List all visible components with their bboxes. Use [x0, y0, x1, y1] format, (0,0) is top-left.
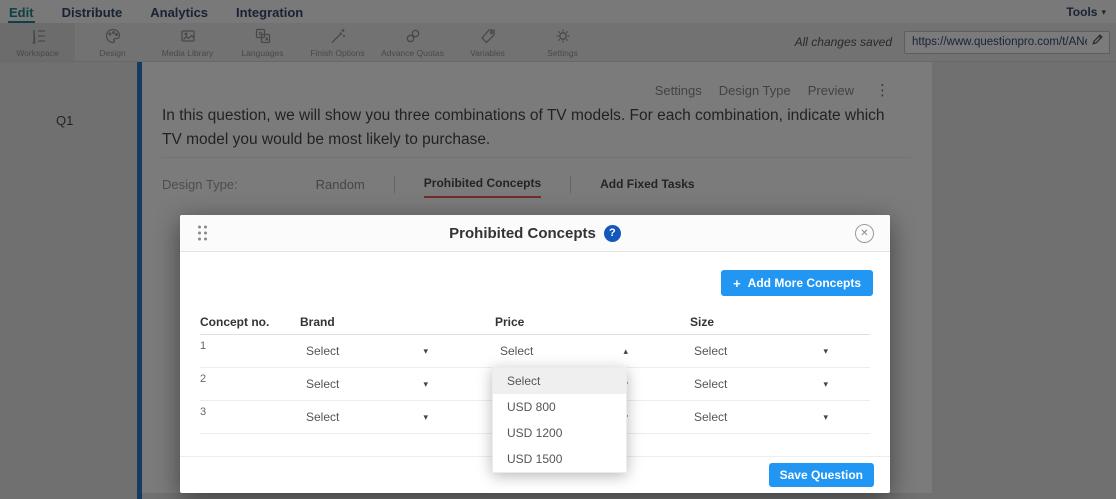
drag-handle-icon[interactable]	[196, 224, 209, 242]
close-icon[interactable]: ✕	[855, 224, 874, 243]
dropdown-option-select[interactable]: Select	[493, 368, 626, 394]
price-dropdown-menu: Select USD 800 USD 1200 USD 1500	[492, 367, 627, 473]
column-header-concept-no: Concept no.	[200, 315, 300, 329]
price-select[interactable]: Select ▴	[500, 344, 628, 358]
modal-header: Prohibited Concepts ? ✕	[180, 215, 890, 252]
add-more-concepts-button[interactable]: + Add More Concepts	[721, 270, 873, 296]
add-more-concepts-label: Add More Concepts	[748, 276, 861, 290]
chevron-down-icon: ▾	[823, 412, 828, 423]
column-header-size: Size	[690, 315, 870, 329]
chevron-down-icon: ▾	[823, 379, 828, 390]
concept-number: 3	[200, 401, 300, 418]
brand-select[interactable]: Select ▾	[306, 344, 428, 358]
help-icon[interactable]: ?	[604, 225, 621, 242]
chevron-down-icon: ▾	[423, 412, 428, 423]
plus-icon: +	[733, 277, 741, 290]
size-select[interactable]: Select ▾	[694, 344, 828, 358]
dropdown-option-usd-800[interactable]: USD 800	[493, 394, 626, 420]
chevron-down-icon: ▾	[423, 346, 428, 357]
chevron-down-icon: ▾	[823, 346, 828, 357]
table-row: 1 Select ▾ Select ▴ Select ▾	[200, 335, 870, 368]
column-header-brand: Brand	[300, 315, 495, 329]
table-header-row: Concept no. Brand Price Size	[200, 310, 870, 335]
modal-title: Prohibited Concepts	[449, 225, 596, 242]
concept-number: 1	[200, 335, 300, 352]
questionpro-survey-editor: Edit Distribute Analytics Integration To…	[0, 0, 1116, 499]
select-value: Select	[694, 344, 727, 358]
brand-select[interactable]: Select ▾	[306, 377, 428, 391]
select-value: Select	[306, 377, 339, 391]
chevron-up-icon: ▴	[623, 346, 628, 357]
modal-title-group: Prohibited Concepts ?	[180, 225, 890, 242]
chevron-down-icon: ▾	[423, 379, 428, 390]
dropdown-option-usd-1200[interactable]: USD 1200	[493, 420, 626, 446]
size-select[interactable]: Select ▾	[694, 410, 828, 424]
select-value: Select	[694, 410, 727, 424]
select-value: Select	[500, 344, 533, 358]
select-value: Select	[306, 344, 339, 358]
column-header-price: Price	[495, 315, 690, 329]
select-value: Select	[306, 410, 339, 424]
select-value: Select	[694, 377, 727, 391]
save-question-button[interactable]: Save Question	[769, 463, 874, 487]
brand-select[interactable]: Select ▾	[306, 410, 428, 424]
dropdown-option-usd-1500[interactable]: USD 1500	[493, 446, 626, 472]
size-select[interactable]: Select ▾	[694, 377, 828, 391]
concept-number: 2	[200, 368, 300, 385]
